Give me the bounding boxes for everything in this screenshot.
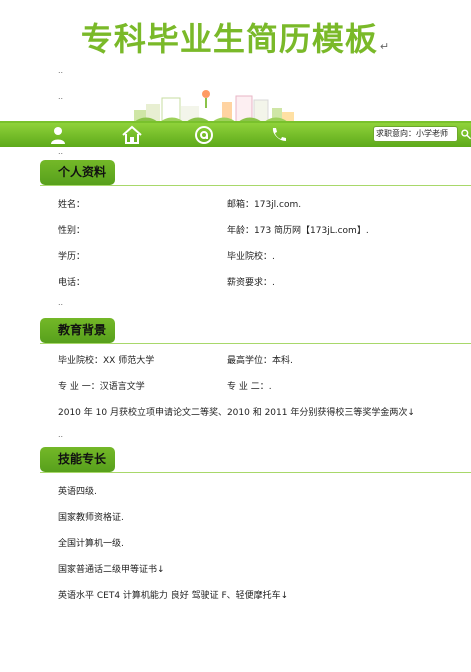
city-skyline xyxy=(134,90,294,122)
at-icon xyxy=(195,126,213,144)
paragraph-mark: .. xyxy=(58,430,64,439)
page-title: 专科毕业生简历模板 ↵ xyxy=(0,14,471,60)
skill-item: 国家普通话二级甲等证书↓ xyxy=(58,565,165,575)
paragraph-mark: .. xyxy=(58,298,64,307)
section-rule xyxy=(40,472,471,473)
paragraph-mark: .. xyxy=(58,92,64,101)
section-heading-education: 教育背景 xyxy=(40,318,115,343)
major-one: 专 业 一：汉语言文学 xyxy=(58,382,145,392)
person-icon xyxy=(51,127,65,144)
section-rule xyxy=(40,343,471,344)
job-intent-field: 求职意向：小学老师 xyxy=(373,126,458,142)
major-two: 专 业 二：. xyxy=(227,382,272,392)
gender-label: 性别： xyxy=(58,226,86,236)
home-icon xyxy=(122,125,142,144)
email-label: 邮箱：173jl.com. xyxy=(227,200,302,210)
age-label: 年龄：173 简历网【173jL.com】. xyxy=(227,226,369,236)
highest-degree: 最高学位：本科. xyxy=(227,356,293,366)
section-heading-personal: 个人资料 xyxy=(40,160,115,185)
skill-item: 国家教师资格证. xyxy=(58,513,124,523)
paragraph-mark: .. xyxy=(58,66,64,75)
job-intent-search: 求职意向：小学老师 xyxy=(373,126,471,142)
page-title-text: 专科毕业生简历模板 xyxy=(80,20,378,58)
phone-icon xyxy=(272,128,286,141)
skill-item: 英语水平 CET4 计算机能力 良好 驾驶证 F、轻便摩托车↓ xyxy=(58,591,289,601)
search-icon xyxy=(460,129,471,140)
section-heading-skills: 技能专长 xyxy=(40,447,115,472)
salary-label: 薪资要求：. xyxy=(227,278,275,288)
skill-item: 英语四级. xyxy=(58,487,97,497)
paragraph-mark: ↵ xyxy=(379,40,391,53)
phone-label: 电话： xyxy=(58,278,86,288)
awards-note: 2010 年 10 月获校立项申请论文二等奖、2010 和 2011 年分别获得… xyxy=(58,408,415,418)
skill-item: 全国计算机一级. xyxy=(58,539,124,549)
section-rule xyxy=(40,185,471,186)
degree-label: 学历： xyxy=(58,252,86,262)
name-label: 姓名： xyxy=(58,200,86,210)
graduate-school-label: 毕业院校：. xyxy=(227,252,275,262)
education-school: 毕业院校：XX 师范大学 xyxy=(58,356,155,366)
paragraph-mark: .. xyxy=(58,147,64,156)
